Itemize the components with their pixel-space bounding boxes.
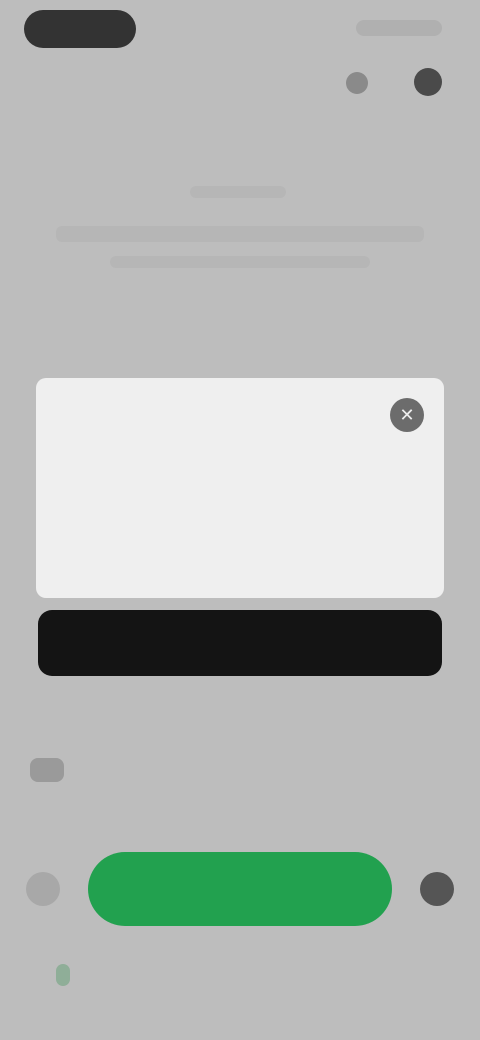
background-text-line bbox=[56, 226, 424, 242]
close-icon[interactable]: ✕ bbox=[390, 398, 424, 432]
app-screen: ✕ bbox=[0, 0, 480, 1040]
status-pill bbox=[24, 10, 136, 48]
avatar-icon[interactable] bbox=[414, 68, 442, 96]
status-bar-indicators bbox=[356, 20, 442, 36]
row-icon[interactable] bbox=[30, 758, 64, 782]
refresh-icon[interactable] bbox=[346, 72, 368, 94]
background-text-line bbox=[190, 186, 286, 198]
background-text-line bbox=[110, 256, 370, 268]
indicator-dot bbox=[56, 964, 70, 986]
green-action-button[interactable] bbox=[88, 852, 392, 926]
left-circle-button[interactable] bbox=[26, 872, 60, 906]
right-circle-button[interactable] bbox=[420, 872, 454, 906]
dialog-card: ✕ bbox=[36, 378, 444, 598]
primary-button[interactable] bbox=[38, 610, 442, 676]
